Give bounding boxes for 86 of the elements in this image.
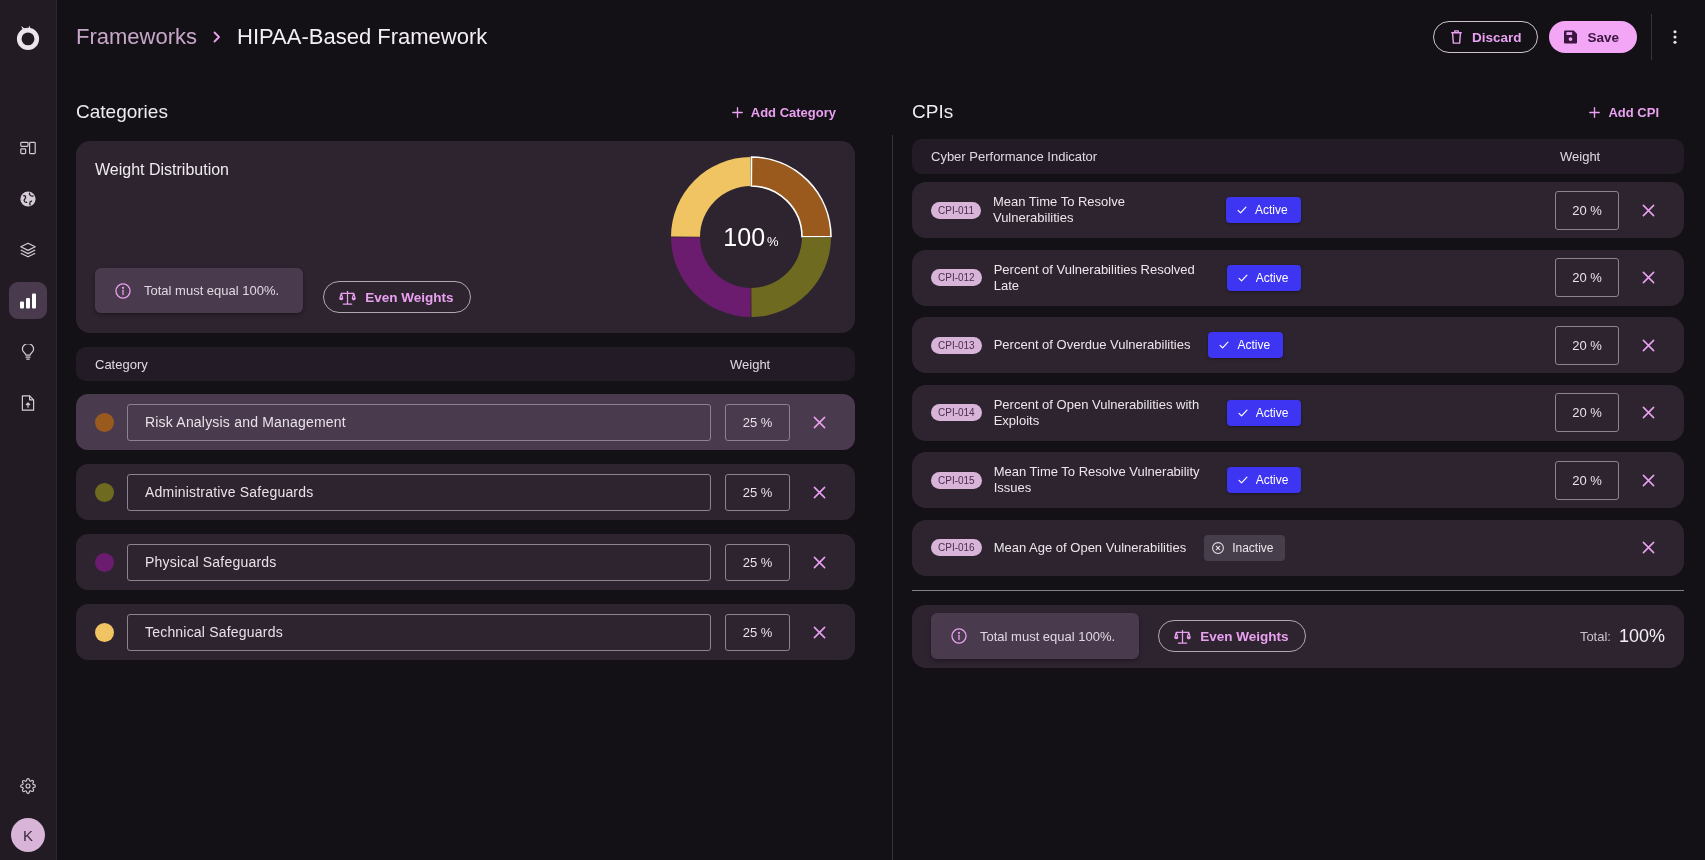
file-upload-icon <box>20 394 36 411</box>
section-title: CPIs <box>912 101 954 123</box>
info-icon <box>951 628 967 645</box>
category-row[interactable]: Physical Safeguards 25 % <box>76 534 855 590</box>
check-icon <box>1237 476 1248 485</box>
add-cpi-button[interactable]: Add CPI <box>1589 104 1659 120</box>
total-value: 100% <box>1618 625 1665 647</box>
weight-field[interactable]: 25 % <box>725 613 790 651</box>
x-circle-icon <box>1212 541 1225 554</box>
section-title: Categories <box>76 101 168 123</box>
x-icon[interactable] <box>813 485 826 499</box>
plus-icon <box>731 106 743 118</box>
column-header: Weight <box>1560 149 1601 164</box>
balance-scale-icon <box>1174 628 1192 644</box>
cpi-name: Percent of Vulnerabilities Resolved Late <box>993 261 1196 294</box>
status-toggle[interactable]: Active <box>1226 264 1302 291</box>
cpi-code-tag: CPI-015 <box>931 471 982 489</box>
weight-field[interactable]: 20 % <box>1555 325 1619 365</box>
column-header: Cyber Performance Indicator <box>931 149 1099 164</box>
sidebar-nav-button[interactable] <box>9 282 47 319</box>
page-title: HIPAA-Based Framework <box>237 24 488 50</box>
cpi-name: Percent of Overdue Vulnerabilities <box>993 337 1191 354</box>
column-header: Category <box>95 356 149 372</box>
lightbulb-icon <box>20 343 36 360</box>
status-toggle[interactable]: Active <box>1225 197 1301 223</box>
weight-field[interactable]: 20 % <box>1555 190 1619 230</box>
check-icon <box>1237 273 1248 282</box>
cpi-code-tag: CPI-014 <box>931 404 982 422</box>
cpi-name: Percent of Open Vulnerabilities with Exploits <box>993 396 1201 429</box>
cpi-code-tag: CPI-011 <box>931 201 981 219</box>
status-toggle[interactable]: Active <box>1226 467 1302 494</box>
cpi-code-tag: CPI-016 <box>931 539 982 557</box>
info-text: Total must equal 100%. <box>980 628 1116 644</box>
balance-scale-icon <box>339 289 357 305</box>
layers-icon <box>20 241 36 258</box>
save-button[interactable]: Save <box>1549 21 1637 53</box>
category-row[interactable]: Risk Analysis and Management 25 % <box>76 394 855 450</box>
cpi-code-tag: CPI-012 <box>931 269 982 287</box>
status-toggle[interactable]: Active <box>1226 399 1302 426</box>
weight-field[interactable]: 20 % <box>1555 258 1619 298</box>
check-icon <box>1236 206 1247 214</box>
cpi-name: Mean Time To Resolve Vulnerabilities <box>992 194 1126 226</box>
kebab-menu-icon[interactable] <box>1673 30 1677 44</box>
x-icon[interactable] <box>813 415 826 429</box>
weight-field[interactable]: 25 % <box>725 473 790 511</box>
weight-field[interactable]: 25 % <box>725 543 790 581</box>
globe-icon <box>20 190 36 207</box>
x-icon[interactable] <box>1642 473 1655 487</box>
cpi-name: Mean Time To Resolve Vulnerability Issues <box>993 464 1201 497</box>
x-icon[interactable] <box>1642 203 1655 217</box>
card-title: Weight Distribution <box>95 161 230 179</box>
category-name-field[interactable]: Technical Safeguards <box>127 613 711 651</box>
cpi-name: Mean Age of Open Vulnerabilities <box>993 539 1187 556</box>
cpi-code-tag: CPI-013 <box>931 336 982 354</box>
ring-logo-icon[interactable] <box>16 24 40 50</box>
x-icon[interactable] <box>813 555 826 569</box>
add-category-button[interactable]: Add Category <box>731 104 836 120</box>
check-icon <box>1237 408 1248 417</box>
layout-icon <box>20 139 36 156</box>
weight-field[interactable]: 20 % <box>1555 460 1619 500</box>
x-icon[interactable] <box>1642 541 1655 555</box>
chevron-right-icon <box>213 31 221 43</box>
category-row[interactable]: Technical Safeguards 25 % <box>76 604 855 660</box>
trash-icon <box>1449 30 1463 44</box>
x-icon[interactable] <box>1642 271 1655 285</box>
user-avatar[interactable]: K <box>11 818 45 852</box>
status-toggle[interactable]: Active <box>1208 332 1284 359</box>
x-icon[interactable] <box>813 625 826 639</box>
check-icon <box>1219 341 1230 350</box>
weight-field[interactable]: 25 % <box>725 403 790 441</box>
category-row[interactable]: Administrative Safeguards 25 % <box>76 464 855 520</box>
bar-chart-icon <box>20 292 36 309</box>
info-icon <box>115 282 131 299</box>
settings-icon[interactable] <box>20 778 36 794</box>
breadcrumb-link[interactable]: Frameworks <box>76 24 197 50</box>
category-name-field[interactable]: Physical Safeguards <box>127 543 711 581</box>
x-icon[interactable] <box>1642 406 1655 420</box>
info-text: Total must equal 100%. <box>144 283 280 298</box>
column-header: Weight <box>730 356 771 372</box>
category-name-field[interactable]: Risk Analysis and Management <box>127 403 711 441</box>
category-name-field[interactable]: Administrative Safeguards <box>127 473 711 511</box>
total-label: Total: <box>1579 628 1611 644</box>
plus-icon <box>1589 106 1601 118</box>
donut-total: 100% <box>723 223 779 251</box>
x-icon[interactable] <box>1642 338 1655 352</box>
weight-field[interactable]: 20 % <box>1555 393 1619 433</box>
